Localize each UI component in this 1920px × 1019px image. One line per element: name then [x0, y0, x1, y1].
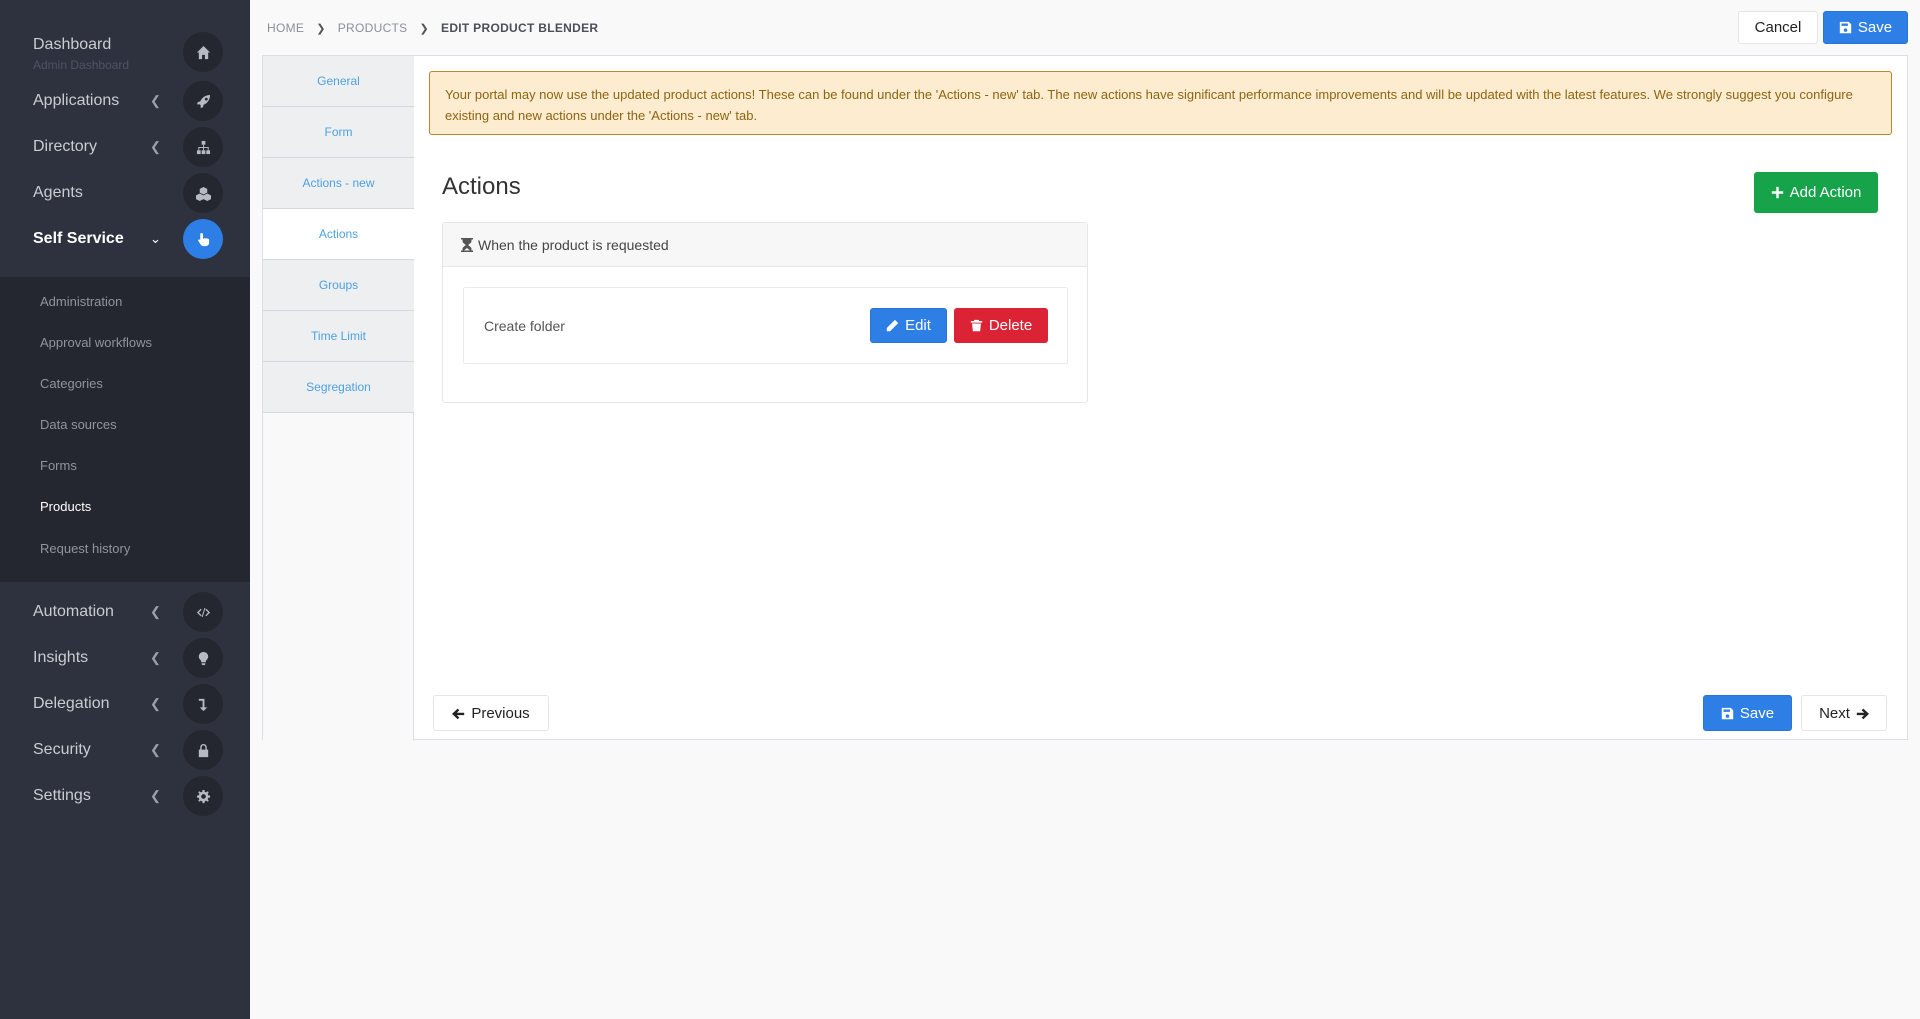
trash-icon — [970, 319, 982, 332]
header-save-label: Save — [1857, 19, 1893, 36]
nav-delegation[interactable]: Delegation ❮ — [0, 681, 250, 727]
breadcrumb: HOME ❯ PRODUCTS ❯ EDIT PRODUCT BLENDER — [267, 21, 598, 35]
cancel-button-label: Cancel — [1754, 19, 1802, 36]
nav-self-service[interactable]: Self Service ⌄ — [0, 216, 250, 262]
nav-dashboard-label: Dashboard — [33, 36, 112, 53]
sidebar: Dashboard Admin Dashboard Applications ❮… — [0, 0, 250, 1019]
breadcrumb-home[interactable]: HOME — [267, 21, 304, 35]
footer-save-button[interactable]: Save — [1703, 695, 1792, 731]
chevron-right-icon: ❯ — [419, 22, 430, 35]
chevron-left-icon: ❮ — [150, 696, 161, 711]
warning-alert: Your portal may now use the updated prod… — [429, 71, 1892, 135]
edit-product-panel: General Form Actions - new Actions Group… — [262, 55, 1908, 741]
hourglass-icon — [461, 237, 473, 252]
pencil-icon — [886, 319, 899, 332]
submenu-forms[interactable]: Forms — [40, 458, 77, 473]
nav-agents-label: Agents — [33, 184, 83, 201]
chevron-left-icon: ❮ — [150, 650, 161, 665]
tab-segregation[interactable]: Segregation — [263, 362, 414, 413]
code-icon[interactable] — [183, 592, 223, 632]
previous-label: Previous — [471, 704, 530, 722]
gear-icon[interactable] — [183, 776, 223, 816]
nav-insights[interactable]: Insights ❮ — [0, 635, 250, 681]
nav-security-label: Security — [33, 741, 91, 758]
submenu-administration[interactable]: Administration — [40, 294, 122, 309]
breadcrumb-current: EDIT PRODUCT BLENDER — [441, 21, 599, 35]
nav-applications[interactable]: Applications ❮ — [0, 78, 250, 124]
trigger-card-header: When the product is requested — [443, 223, 1087, 267]
tab-actions[interactable]: Actions — [263, 209, 415, 260]
tab-list: General Form Actions - new Actions Group… — [263, 56, 415, 741]
nav-insights-label: Insights — [33, 649, 89, 666]
nav-directory[interactable]: Directory ❮ — [0, 124, 250, 170]
sitemap-icon[interactable] — [183, 127, 223, 167]
submenu-categories[interactable]: Categories — [40, 376, 103, 391]
next-button[interactable]: Next — [1801, 695, 1887, 731]
trigger-label: When the product is requested — [478, 236, 669, 253]
nav-applications-label: Applications — [33, 92, 120, 109]
nav-automation-label: Automation — [33, 603, 114, 620]
plus-icon — [1771, 186, 1783, 199]
nav-dashboard-sublabel: Admin Dashboard — [33, 58, 130, 72]
tab-time-limit[interactable]: Time Limit — [263, 311, 414, 362]
arrow-right-icon — [1856, 708, 1869, 719]
tab-actions-new[interactable]: Actions - new — [263, 158, 414, 209]
nav-settings-label: Settings — [33, 787, 91, 804]
action-row: Create folder Edit Delete — [463, 287, 1068, 364]
submenu-products[interactable]: Products — [40, 499, 91, 514]
save-icon — [1721, 707, 1734, 719]
submenu-approval-workflows[interactable]: Approval workflows — [40, 335, 152, 350]
tab-form[interactable]: Form — [263, 107, 414, 158]
lightbulb-icon[interactable] — [183, 638, 223, 678]
delete-action-label: Delete — [988, 317, 1033, 334]
rocket-icon[interactable] — [183, 81, 223, 121]
trigger-card: When the product is requested Create fol… — [442, 222, 1088, 403]
save-icon — [1839, 21, 1852, 34]
cubes-icon[interactable] — [183, 173, 223, 213]
section-title: Actions — [442, 173, 521, 200]
chevron-left-icon: ❮ — [150, 742, 161, 757]
submenu-data-sources[interactable]: Data sources — [40, 417, 117, 432]
action-name: Create folder — [484, 318, 565, 334]
nav-security[interactable]: Security ❮ — [0, 727, 250, 773]
nav-delegation-label: Delegation — [33, 695, 110, 712]
arrow-left-icon — [452, 708, 465, 719]
edit-action-button[interactable]: Edit — [870, 308, 947, 343]
chevron-right-icon: ❯ — [316, 22, 326, 35]
add-action-label: Add Action — [1789, 184, 1862, 201]
nav-dashboard[interactable]: Dashboard Admin Dashboard — [0, 28, 250, 74]
add-action-button[interactable]: Add Action — [1754, 172, 1878, 213]
level-down-icon[interactable] — [183, 684, 223, 724]
submenu-request-history[interactable]: Request history — [40, 541, 130, 556]
lock-icon[interactable] — [183, 730, 223, 770]
edit-action-label: Edit — [905, 317, 931, 334]
footer-save-label: Save — [1739, 704, 1775, 722]
tab-groups[interactable]: Groups — [263, 260, 414, 311]
nav-agents[interactable]: Agents — [0, 170, 250, 216]
breadcrumb-products[interactable]: PRODUCTS — [338, 21, 408, 35]
chevron-left-icon: ❮ — [150, 139, 161, 154]
chevron-left-icon: ❮ — [150, 604, 161, 619]
previous-button[interactable]: Previous — [433, 695, 549, 731]
home-icon[interactable] — [183, 32, 223, 72]
nav-directory-label: Directory — [33, 138, 98, 155]
pointer-hand-icon[interactable] — [183, 219, 223, 259]
tab-general[interactable]: General — [263, 56, 414, 107]
header-save-button[interactable]: Save — [1823, 11, 1908, 44]
self-service-submenu: Administration Approval workflows Catego… — [0, 277, 250, 582]
chevron-down-icon: ⌄ — [150, 231, 161, 246]
nav-automation[interactable]: Automation ❮ — [0, 589, 250, 635]
nav-settings[interactable]: Settings ❮ — [0, 773, 250, 819]
nav-self-service-label: Self Service — [33, 230, 124, 247]
chevron-left-icon: ❮ — [150, 788, 161, 803]
chevron-left-icon: ❮ — [150, 93, 161, 108]
cancel-button[interactable]: Cancel — [1738, 11, 1818, 44]
delete-action-button[interactable]: Delete — [954, 308, 1048, 343]
next-label: Next — [1819, 704, 1850, 722]
